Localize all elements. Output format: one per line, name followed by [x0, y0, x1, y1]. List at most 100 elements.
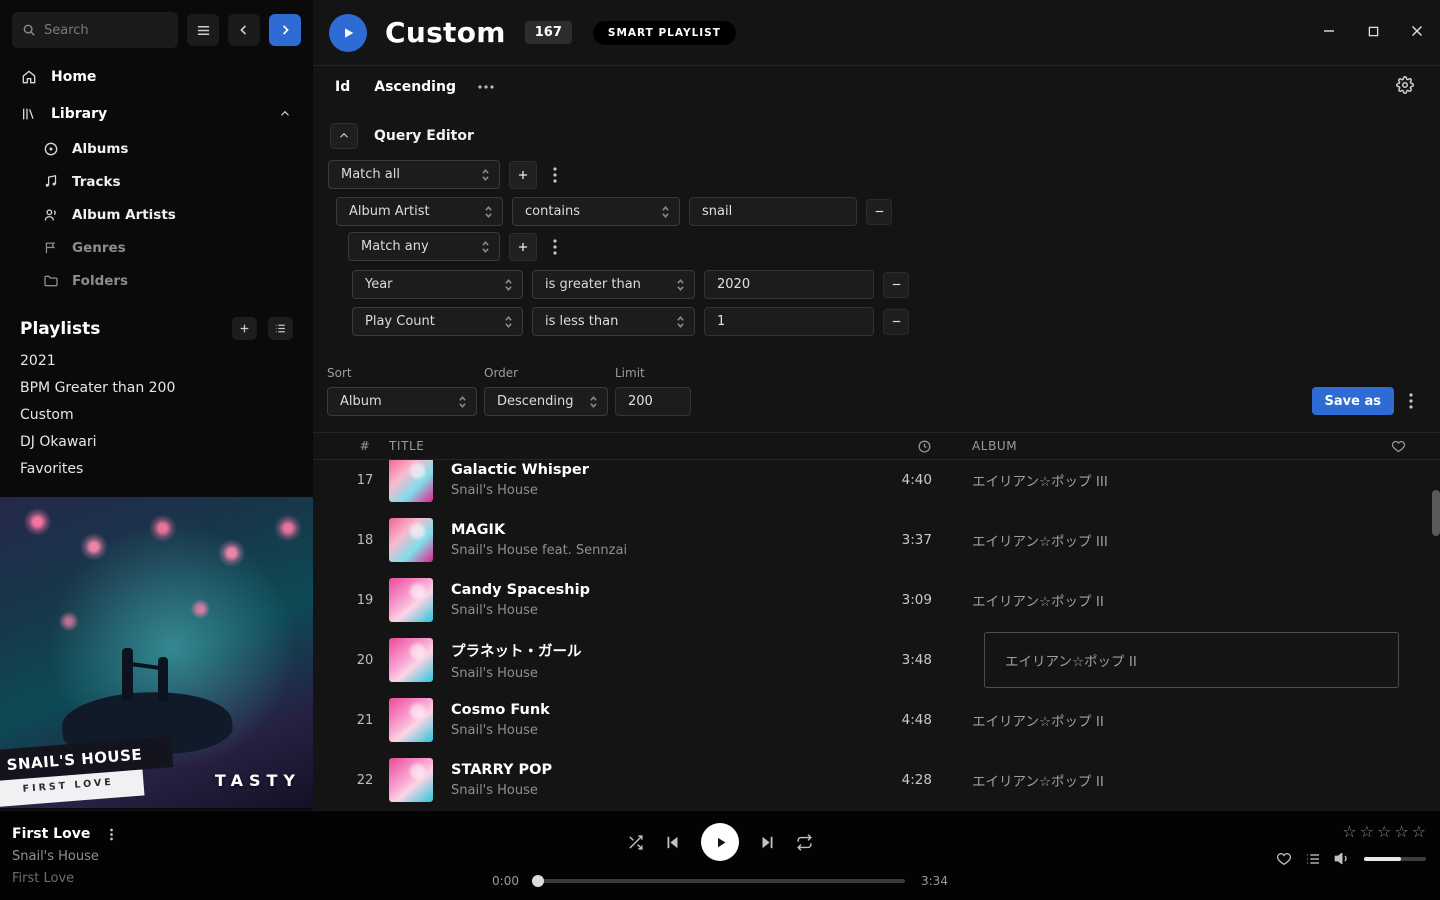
- group-rule-field-select[interactable]: Year: [352, 270, 523, 299]
- more-options-button[interactable]: [478, 85, 494, 89]
- settings-button[interactable]: [1396, 76, 1414, 94]
- now-playing-artist[interactable]: Snail's House: [12, 849, 120, 864]
- table-row[interactable]: 18 MAGIK Snail's House feat. Sennzai 3:3…: [313, 510, 1440, 570]
- select-value: Album Artist: [349, 204, 430, 219]
- sort-select[interactable]: Album: [327, 387, 477, 416]
- now-playing-artwork[interactable]: SNAIL'S HOUSE FIRST LOVE TASTY: [0, 497, 313, 808]
- repeat-button[interactable]: [796, 834, 813, 851]
- sidebar-item-genres[interactable]: Genres: [0, 231, 313, 264]
- group-rule-operator-select[interactable]: is greater than: [532, 270, 695, 299]
- chevron-up-icon[interactable]: [276, 105, 293, 122]
- table-row[interactable]: 20 プラネット・ガール Snail's House 3:48 エイリアン☆ポッ…: [313, 630, 1440, 690]
- volume-slider[interactable]: [1364, 857, 1426, 861]
- sidebar-item-home[interactable]: Home: [0, 58, 313, 95]
- star-icon[interactable]: ☆: [1412, 822, 1426, 841]
- maximize-icon: [1368, 26, 1379, 37]
- search-box[interactable]: [12, 12, 178, 48]
- menu-button[interactable]: [187, 14, 219, 46]
- rating-stars[interactable]: ☆☆☆☆☆: [1276, 822, 1426, 841]
- group-rule-field-select[interactable]: Play Count: [352, 307, 523, 336]
- group-rule-value-input[interactable]: [704, 270, 874, 299]
- limit-input[interactable]: [615, 387, 691, 416]
- remove-group-rule-button[interactable]: [883, 309, 909, 335]
- sort-field-button[interactable]: Id: [335, 79, 350, 95]
- sidebar-item-tracks[interactable]: Tracks: [0, 165, 313, 198]
- column-number[interactable]: #: [341, 439, 389, 453]
- playlist-list-button[interactable]: [268, 317, 293, 340]
- sidebar-item-library[interactable]: Library: [0, 95, 313, 132]
- add-rule-button[interactable]: [509, 161, 537, 189]
- now-playing-album[interactable]: First Love: [12, 871, 120, 886]
- table-row[interactable]: 21 Cosmo Funk Snail's House 4:48 エイリアン☆ポ…: [313, 690, 1440, 750]
- shuffle-button[interactable]: [627, 834, 644, 851]
- playlist-item[interactable]: DJ Okawari: [0, 429, 313, 456]
- rule-group-menu-button[interactable]: [546, 161, 564, 189]
- table-row[interactable]: 17 Galactic Whisper Snail's House 4:40 エ…: [313, 460, 1440, 510]
- collapse-query-editor-button[interactable]: [330, 123, 358, 149]
- minimize-button[interactable]: [1314, 16, 1344, 46]
- scrollbar-thumb[interactable]: [1432, 490, 1440, 536]
- match-any-select[interactable]: Match any: [348, 232, 500, 261]
- playlist-item[interactable]: Custom: [0, 402, 313, 429]
- select-arrows-icon: [458, 395, 467, 409]
- star-icon[interactable]: ☆: [1394, 822, 1408, 841]
- star-icon[interactable]: ☆: [1360, 822, 1374, 841]
- order-select[interactable]: Descending: [484, 387, 608, 416]
- add-group-rule-button[interactable]: [509, 233, 537, 261]
- seek-slider[interactable]: [535, 879, 905, 883]
- save-as-button[interactable]: Save as: [1312, 387, 1394, 415]
- close-button[interactable]: [1402, 16, 1432, 46]
- play-pause-button[interactable]: [701, 823, 739, 861]
- track-album[interactable]: エイリアン☆ポップ II: [940, 770, 1360, 790]
- seek-slider-thumb[interactable]: [532, 875, 544, 887]
- match-all-select[interactable]: Match all: [328, 160, 500, 189]
- remove-group-rule-button[interactable]: [883, 272, 909, 298]
- query-editor-header: Query Editor: [313, 123, 1440, 149]
- nav-back-button[interactable]: [228, 14, 260, 46]
- play-playlist-button[interactable]: [329, 14, 367, 52]
- track-number: 18: [341, 533, 389, 548]
- sidebar-item-folders[interactable]: Folders: [0, 264, 313, 297]
- maximize-button[interactable]: [1358, 16, 1388, 46]
- remove-rule-button[interactable]: [866, 199, 892, 225]
- column-title[interactable]: TITLE: [389, 439, 860, 453]
- save-menu-button[interactable]: [1402, 387, 1420, 415]
- track-album[interactable]: エイリアン☆ポップ II: [940, 590, 1360, 610]
- rule-value-input[interactable]: [689, 197, 857, 226]
- table-row[interactable]: 22 STARRY POP Snail's House 4:28 エイリアン☆ポ…: [313, 750, 1440, 810]
- next-track-button[interactable]: [759, 834, 776, 851]
- add-playlist-button[interactable]: [232, 317, 257, 340]
- column-favorite[interactable]: [1360, 439, 1420, 454]
- group-menu-button[interactable]: [546, 233, 564, 261]
- track-album[interactable]: エイリアン☆ポップ III: [940, 470, 1360, 490]
- now-playing-menu-button[interactable]: [102, 826, 120, 842]
- track-album[interactable]: エイリアン☆ポップ II: [940, 710, 1360, 730]
- playlist-item[interactable]: 2021: [0, 348, 313, 375]
- previous-track-button[interactable]: [664, 834, 681, 851]
- queue-button[interactable]: [1305, 851, 1321, 867]
- sort-label: Sort: [327, 366, 477, 380]
- favorite-button[interactable]: [1276, 851, 1292, 867]
- rule-field-select[interactable]: Album Artist: [336, 197, 503, 226]
- minimize-icon: [1323, 25, 1335, 37]
- star-icon[interactable]: ☆: [1342, 822, 1356, 841]
- table-row[interactable]: 19 Candy Spaceship Snail's House 3:09 エイ…: [313, 570, 1440, 630]
- search-input[interactable]: [44, 23, 160, 38]
- group-rule-operator-select[interactable]: is less than: [532, 307, 695, 336]
- now-playing-title[interactable]: First Love: [12, 826, 90, 842]
- volume-button[interactable]: [1334, 850, 1351, 867]
- star-icon[interactable]: ☆: [1377, 822, 1391, 841]
- album-cell-selected[interactable]: エイリアン☆ポップ II: [984, 632, 1399, 688]
- nav-forward-button[interactable]: [269, 14, 301, 46]
- limit-label: Limit: [615, 366, 691, 380]
- sidebar-item-album-artists[interactable]: Album Artists: [0, 198, 313, 231]
- playlist-item[interactable]: BPM Greater than 200: [0, 375, 313, 402]
- sidebar-item-albums[interactable]: Albums: [0, 132, 313, 165]
- playlist-item[interactable]: Favorites: [0, 456, 313, 483]
- column-duration[interactable]: [860, 439, 940, 454]
- rule-operator-select[interactable]: contains: [512, 197, 680, 226]
- group-rule-value-input[interactable]: [704, 307, 874, 336]
- sort-direction-button[interactable]: Ascending: [374, 79, 456, 95]
- column-album[interactable]: ALBUM: [940, 439, 1360, 453]
- track-album[interactable]: エイリアン☆ポップ III: [940, 530, 1360, 550]
